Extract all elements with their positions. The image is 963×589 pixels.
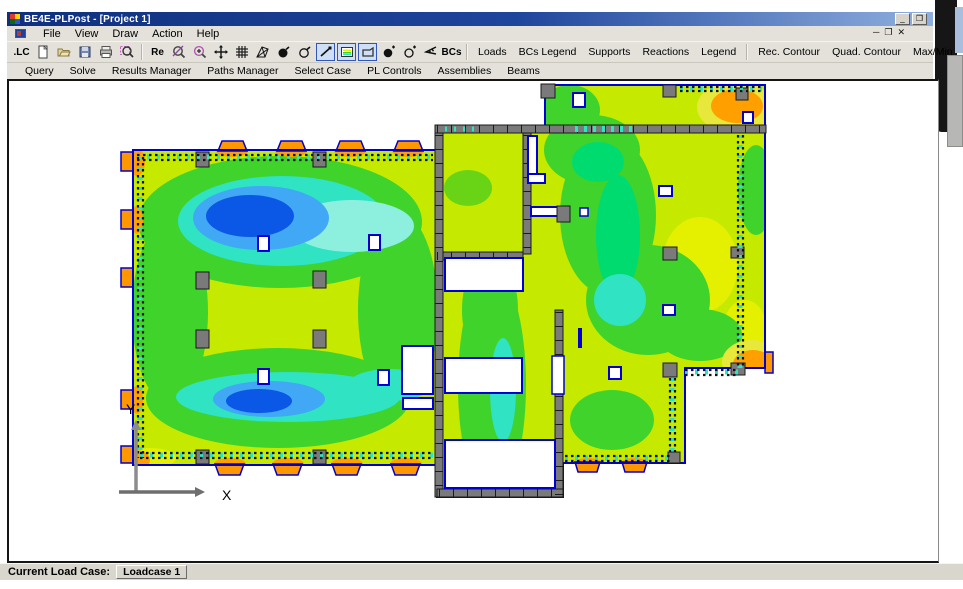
mesh-icon[interactable] (253, 43, 272, 61)
secondary-toolbar: Query Solve Results Manager Paths Manage… (7, 62, 933, 79)
max-min-button[interactable]: Max/Min (908, 45, 958, 59)
outline-node-tool-icon[interactable] (400, 43, 419, 61)
results-manager-button[interactable]: Results Manager (104, 64, 199, 78)
menu-draw[interactable]: Draw (105, 27, 145, 41)
drawing-canvas[interactable]: Y X (7, 79, 939, 563)
pl-controls-button[interactable]: PL Controls (359, 64, 429, 78)
mdi-child-icon[interactable] (15, 29, 26, 38)
toolbar-separator (141, 44, 143, 60)
plate-tool-icon[interactable] (358, 43, 377, 61)
load-case-selector[interactable]: Loadcase 1 (116, 565, 187, 579)
child-close-button[interactable]: ✕ (897, 27, 905, 38)
load-case-tool-button[interactable]: .LC (12, 43, 31, 61)
y-axis-label: Y (126, 401, 136, 417)
print-icon[interactable] (96, 43, 115, 61)
query-button[interactable]: Query (17, 64, 62, 78)
toolbar-separator (746, 44, 748, 60)
bcs-tool-button[interactable]: BCs (442, 43, 461, 61)
quad-contour-button[interactable]: Quad. Contour (827, 45, 906, 59)
zoom-out-icon[interactable] (169, 43, 188, 61)
x-axis-label: X (222, 487, 232, 503)
window-title: BE4E-PLPost - [Project 1] (24, 14, 151, 25)
rec-contour-button[interactable]: Rec. Contour (753, 45, 825, 59)
angle-ticks-tool-icon[interactable] (421, 43, 440, 61)
main-toolbar: .LC Re (7, 41, 933, 62)
contour-box-tool-icon[interactable] (337, 43, 356, 61)
menu-file[interactable]: File (36, 27, 68, 41)
child-minimize-button[interactable]: ─ (873, 27, 879, 38)
zoom-in-icon[interactable] (190, 43, 209, 61)
background-window-scrollbar[interactable] (947, 55, 963, 147)
new-file-icon[interactable] (33, 43, 52, 61)
solid-circle-tool-icon[interactable] (274, 43, 293, 61)
menu-help[interactable]: Help (190, 27, 227, 41)
zoom-window-icon[interactable] (117, 43, 136, 61)
open-file-icon[interactable] (54, 43, 73, 61)
solid-node-tool-icon[interactable] (379, 43, 398, 61)
grid-icon[interactable] (232, 43, 251, 61)
assemblies-button[interactable]: Assemblies (430, 64, 500, 78)
contour-plot: Y X (9, 81, 938, 562)
menu-action[interactable]: Action (145, 27, 190, 41)
paths-manager-button[interactable]: Paths Manager (199, 64, 286, 78)
save-icon[interactable] (75, 43, 94, 61)
beam-marker (578, 328, 582, 348)
app-logo-icon (10, 14, 20, 24)
child-restore-button[interactable]: ❐ (884, 27, 892, 38)
select-case-button[interactable]: Select Case (286, 64, 359, 78)
supports-button[interactable]: Supports (583, 45, 635, 59)
menu-view[interactable]: View (68, 27, 106, 41)
legend-button[interactable]: Legend (696, 45, 741, 59)
outline-circle-tool-icon[interactable] (295, 43, 314, 61)
title-bar: BE4E-PLPost - [Project 1] _ ❐ (7, 12, 933, 26)
pan-icon[interactable] (211, 43, 230, 61)
reactions-button[interactable]: Reactions (637, 45, 694, 59)
draw-strip-button[interactable]: Draw Strip (960, 45, 963, 59)
minimize-button[interactable]: _ (895, 13, 910, 25)
restore-button[interactable]: ❐ (912, 13, 927, 25)
bcs-legend-button[interactable]: BCs Legend (514, 45, 582, 59)
menu-bar: File View Draw Action Help ─ ❐ ✕ (7, 26, 933, 41)
beams-button[interactable]: Beams (499, 64, 548, 78)
status-bar: Current Load Case: Loadcase 1 (0, 563, 963, 580)
solve-button[interactable]: Solve (62, 64, 104, 78)
loads-button[interactable]: Loads (473, 45, 512, 59)
toolbar-separator (466, 44, 468, 60)
current-load-case-label: Current Load Case: (8, 566, 110, 578)
results-tool-button[interactable]: Re (148, 43, 167, 61)
draw-line-tool-icon[interactable] (316, 43, 335, 61)
desktop: BE4E-PLPost - [Project 1] _ ❐ File View … (0, 0, 963, 589)
